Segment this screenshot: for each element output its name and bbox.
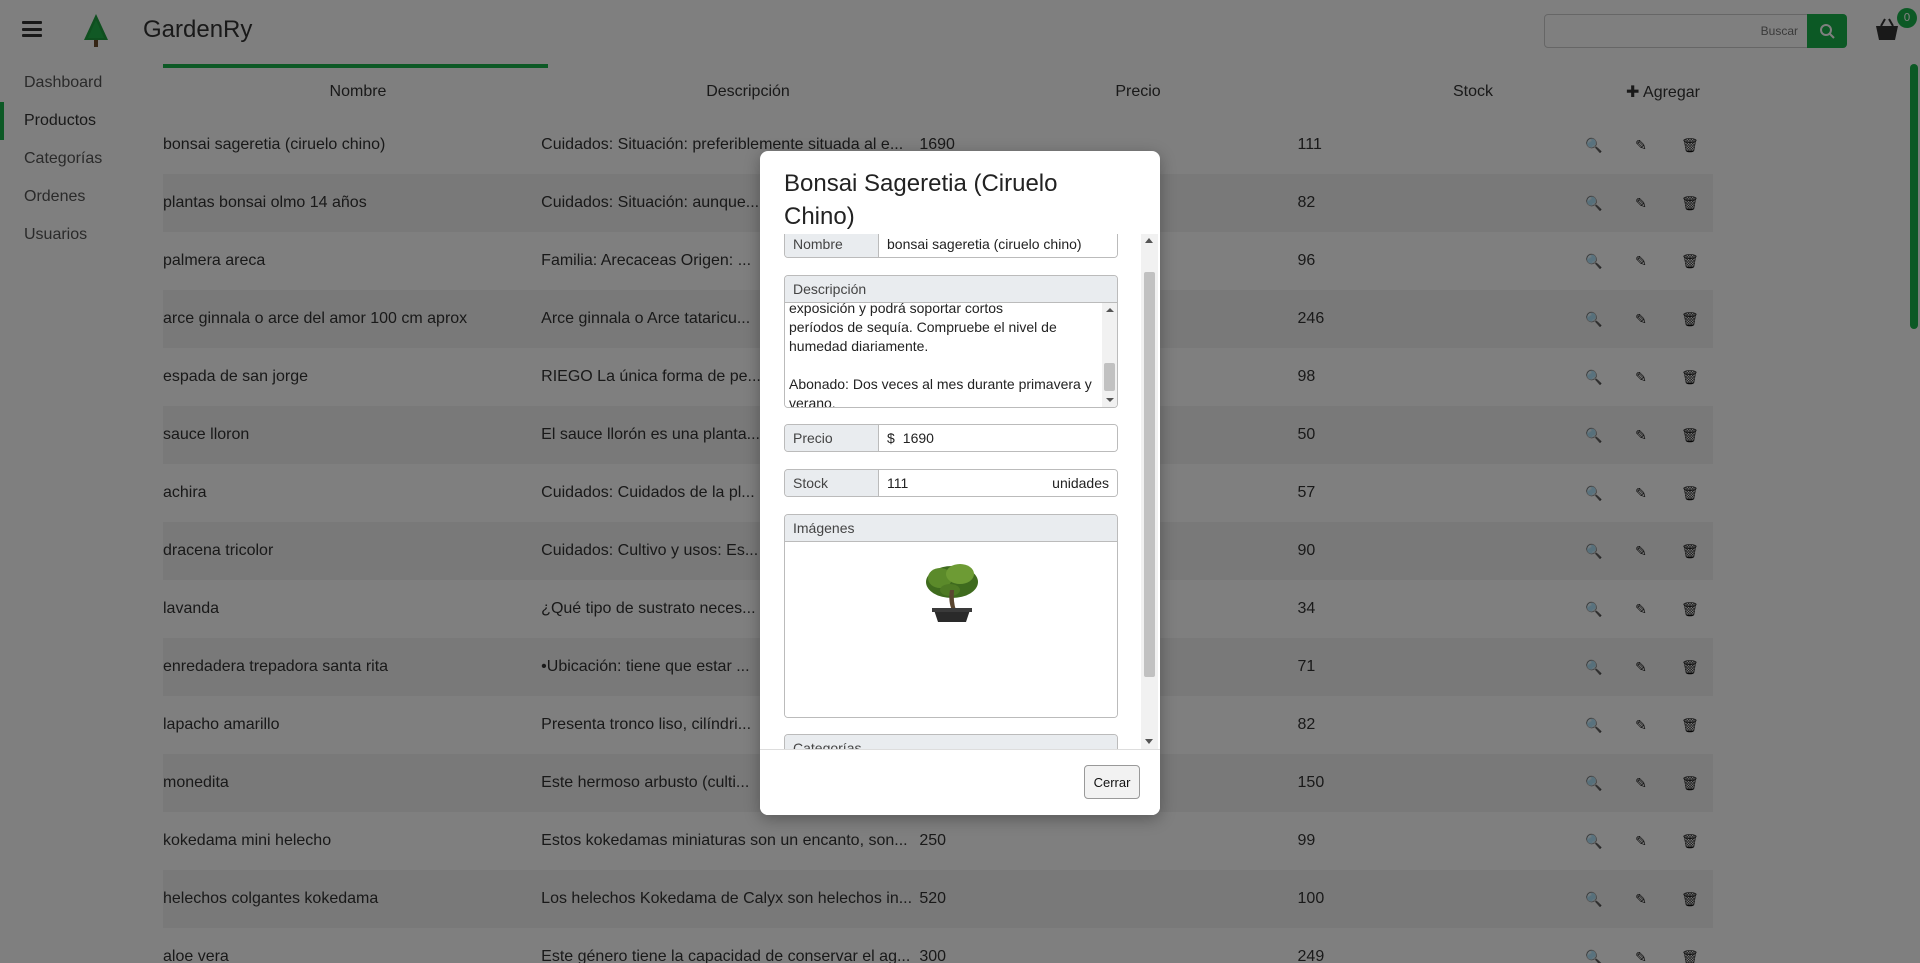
stock-value-wrap[interactable]: 111 unidades xyxy=(879,470,1117,496)
images-box: Imágenes xyxy=(784,514,1118,718)
description-scroll-thumb[interactable] xyxy=(1104,363,1115,391)
name-label: Nombre xyxy=(785,234,879,257)
modal-body: Nombre bonsai sageretia (ciruelo chino) … xyxy=(760,234,1160,749)
description-box: Descripción exposición y podrá soportar … xyxy=(784,275,1118,408)
stock-field: Stock 111 unidades xyxy=(784,469,1118,497)
name-field: Nombre bonsai sageretia (ciruelo chino) xyxy=(784,234,1118,258)
currency-symbol: $ xyxy=(887,430,895,446)
scroll-down-icon[interactable] xyxy=(1106,398,1114,402)
description-scrollbar[interactable] xyxy=(1102,303,1117,407)
name-value[interactable]: bonsai sageretia (ciruelo chino) xyxy=(879,234,1117,257)
stock-value: 111 xyxy=(887,475,909,491)
scroll-down-icon[interactable] xyxy=(1145,739,1153,744)
description-text: exposición y podrá soportar cortos perío… xyxy=(789,303,1092,407)
categories-box: Categorías xyxy=(784,734,1118,749)
description-label: Descripción xyxy=(785,276,1117,303)
price-value: 1690 xyxy=(902,430,934,446)
price-label: Precio xyxy=(785,425,879,451)
categories-label: Categorías xyxy=(785,735,1117,749)
bonsai-product-image[interactable] xyxy=(920,560,984,632)
product-detail-modal: Bonsai Sageretia (Ciruelo Chino) Nombre … xyxy=(760,151,1160,815)
scroll-up-icon[interactable] xyxy=(1106,308,1114,312)
modal-scrollbar[interactable] xyxy=(1141,234,1158,749)
images-label: Imágenes xyxy=(785,515,1117,542)
stock-unit: unidades xyxy=(1052,475,1109,491)
images-area xyxy=(785,542,1117,717)
stock-label: Stock xyxy=(785,470,879,496)
close-button[interactable]: Cerrar xyxy=(1084,765,1140,799)
price-field: Precio $ 1690 xyxy=(784,424,1118,452)
modal-scroll-thumb[interactable] xyxy=(1144,272,1155,677)
price-value-wrap[interactable]: $ 1690 xyxy=(879,425,1117,451)
description-textarea[interactable]: exposición y podrá soportar cortos perío… xyxy=(785,303,1117,407)
modal-title: Bonsai Sageretia (Ciruelo Chino) xyxy=(784,170,1058,230)
modal-footer: Cerrar xyxy=(760,749,1160,815)
scroll-up-icon[interactable] xyxy=(1145,238,1153,243)
